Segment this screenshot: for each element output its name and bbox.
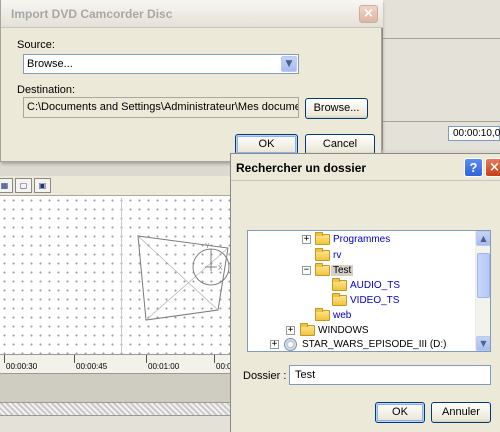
panel-divider <box>382 38 500 39</box>
help-icon[interactable]: ? <box>464 158 483 177</box>
tree-item-video-ts[interactable]: VIDEO_TS <box>248 293 476 308</box>
folder-icon <box>315 308 330 321</box>
ruler-tick <box>4 355 5 363</box>
tree-item-programmes[interactable]: + Programmes <box>248 232 476 247</box>
source-dropdown[interactable]: Browse... ▼ <box>23 54 299 74</box>
scroll-up-icon[interactable]: ▲ <box>476 231 490 246</box>
ruler-tick <box>146 355 147 363</box>
view-grid-icon[interactable]: ▦ <box>0 178 13 193</box>
ok-button[interactable]: OK <box>235 134 298 155</box>
dialog-titlebar[interactable]: Import DVD Camcorder Disc × <box>1 0 383 28</box>
ruler-label: 00:00:45 <box>76 362 108 371</box>
timeline-footer <box>0 416 234 432</box>
folder-open-icon <box>315 263 330 276</box>
tree-item-label: rv <box>333 250 342 261</box>
folder-icon <box>300 323 315 336</box>
folder-name-input[interactable]: Test <box>289 365 491 385</box>
dialog-title: Import DVD Camcorder Disc <box>11 7 173 21</box>
tree-scrollbar[interactable]: ▲ ▼ <box>475 231 490 351</box>
ruler-tick <box>214 355 215 363</box>
destination-label: Destination: <box>17 84 76 96</box>
timeline-ruler[interactable]: 00:00:30 00:00:45 00:01:00 00:01:15 <box>0 354 247 374</box>
folder-name-value: Test <box>295 369 316 381</box>
tree-item-label: AUDIO_TS <box>350 280 401 291</box>
video-preview-canvas[interactable]: Y X <box>0 196 234 356</box>
ruler-label: 00:00:30 <box>6 362 38 371</box>
expand-icon[interactable]: + <box>270 340 279 349</box>
destination-value: C:\Documents and Settings\Administrateur… <box>27 101 298 113</box>
ruler-label: 00:01:00 <box>148 362 180 371</box>
ruler-tick <box>74 355 75 363</box>
source-value: Browse... <box>27 58 73 70</box>
ok-button[interactable]: OK <box>375 402 425 423</box>
destination-field[interactable]: C:\Documents and Settings\Administrateur… <box>23 97 299 118</box>
panel-divider <box>382 121 500 122</box>
folder-icon <box>332 293 347 306</box>
svg-text:X: X <box>218 265 223 272</box>
tree-item-dvd-drive[interactable]: + STAR_WARS_EPISODE_III (D:) <box>248 338 476 351</box>
browse-folder-dialog: Rechercher un dossier ? × + Programmes r… <box>230 153 500 432</box>
tree-item-windows[interactable]: + WINDOWS <box>248 323 476 338</box>
view-safe-icon[interactable]: ▣ <box>34 178 51 193</box>
scroll-thumb[interactable] <box>477 253 490 298</box>
preview-toolbar: ▦ ▢ ▣ <box>0 176 240 196</box>
svg-text:Y: Y <box>205 243 210 250</box>
frame-transform-overlay: Y X <box>137 235 230 321</box>
folder-icon <box>315 248 330 261</box>
cancel-button[interactable]: Cancel <box>305 134 375 155</box>
scroll-down-icon[interactable]: ▼ <box>476 336 490 351</box>
collapse-icon[interactable]: − <box>302 266 311 275</box>
folder-icon <box>332 278 347 291</box>
timeline-scrollbar[interactable] <box>0 402 234 416</box>
dvd-drive-icon <box>284 338 297 351</box>
source-label: Source: <box>17 39 55 51</box>
import-dvd-dialog: Import DVD Camcorder Disc × Source: Brow… <box>0 0 383 162</box>
timeline-track[interactable] <box>0 374 234 402</box>
tree-item-label: VIDEO_TS <box>350 295 400 306</box>
cancel-button[interactable]: Annuler <box>431 402 491 423</box>
expand-icon[interactable]: + <box>302 235 311 244</box>
folder-icon <box>315 232 330 245</box>
tree-item-label: WINDOWS <box>318 325 369 336</box>
tree-item-label: Programmes <box>333 234 391 245</box>
close-icon[interactable]: × <box>485 158 500 177</box>
tree-item-rv[interactable]: rv <box>248 248 476 263</box>
tree-item-label: Test <box>331 265 354 276</box>
tree-item-label: STAR_WARS_EPISODE_III (D:) <box>302 339 447 350</box>
folder-tree[interactable]: + Programmes rv − Test AUDIO_TS VIDEO_TS <box>247 230 491 352</box>
dialog-title: Rechercher un dossier <box>236 161 367 175</box>
folder-label: Dossier : <box>243 370 287 382</box>
chevron-down-icon[interactable]: ▼ <box>281 56 297 72</box>
expand-icon[interactable]: + <box>286 326 295 335</box>
tree-item-test[interactable]: − Test <box>248 263 476 278</box>
browse-button[interactable]: Browse... <box>305 98 368 119</box>
tree-item-web[interactable]: web <box>248 308 476 323</box>
tree-item-label: web <box>333 310 352 321</box>
tree-item-audio-ts[interactable]: AUDIO_TS <box>248 278 476 293</box>
view-frame-icon[interactable]: ▢ <box>15 178 32 193</box>
timecode-display: 00:00:10,0 <box>448 126 500 141</box>
close-icon[interactable]: × <box>359 5 378 23</box>
dialog-titlebar[interactable]: Rechercher un dossier ? × <box>231 154 500 181</box>
preview-divider <box>121 198 122 353</box>
